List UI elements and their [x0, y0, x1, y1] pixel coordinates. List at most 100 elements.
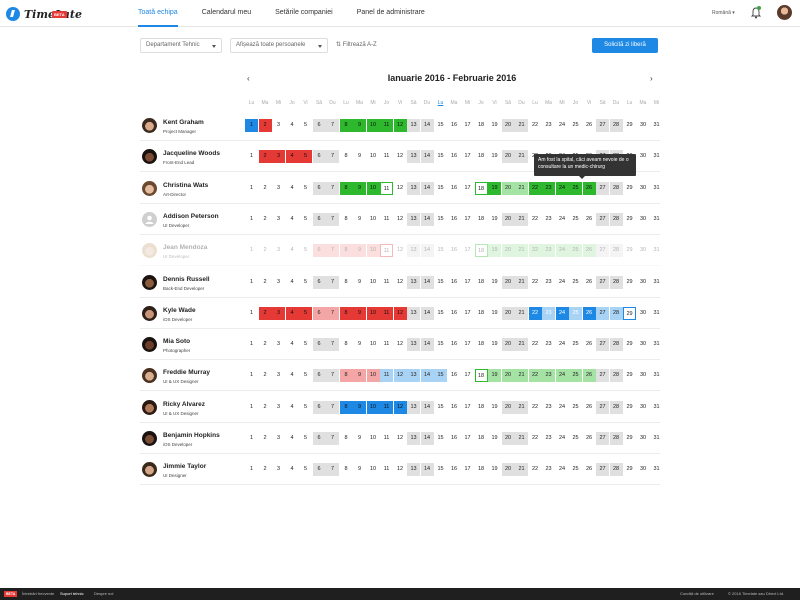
- day-cell[interactable]: 3: [272, 244, 285, 257]
- day-cell[interactable]: 7: [326, 275, 339, 289]
- day-cell[interactable]: 26: [583, 401, 596, 414]
- day-cell[interactable]: 13: [407, 463, 420, 477]
- about-link[interactable]: Despre noi: [94, 588, 113, 600]
- day-cell[interactable]: 5: [299, 463, 312, 476]
- day-cell[interactable]: 30: [637, 244, 650, 257]
- day-cell[interactable]: 25: [569, 463, 582, 476]
- day-cell[interactable]: 20: [501, 338, 515, 352]
- day-cell[interactable]: 19: [488, 463, 501, 476]
- employee-info[interactable]: Freddie Murray UI & UX Designer: [140, 360, 245, 391]
- employee-info[interactable]: Kent Graham Project Manager: [140, 110, 245, 141]
- day-cell[interactable]: 6: [312, 150, 326, 164]
- day-cell[interactable]: 22: [529, 338, 542, 351]
- day-cell[interactable]: 13: [407, 212, 420, 226]
- day-cell[interactable]: 10: [367, 463, 380, 476]
- day-cell[interactable]: 17: [461, 182, 474, 195]
- day-cell[interactable]: 13: [407, 306, 420, 320]
- day-cell[interactable]: 14: [420, 212, 434, 226]
- day-cell[interactable]: 9: [353, 181, 366, 195]
- day-cell[interactable]: 27: [596, 338, 609, 352]
- day-cell[interactable]: 1: [245, 307, 258, 320]
- day-cell[interactable]: 9: [353, 213, 366, 226]
- day-cell[interactable]: 24: [556, 338, 569, 351]
- day-cell[interactable]: 16: [448, 369, 461, 382]
- day-cell[interactable]: 6: [312, 463, 326, 477]
- day-cell[interactable]: 11: [380, 181, 393, 195]
- day-cell[interactable]: 1: [245, 432, 258, 445]
- day-cell[interactable]: 28: [609, 275, 623, 289]
- day-cell[interactable]: 11: [380, 213, 393, 226]
- day-cell[interactable]: 30: [637, 213, 650, 226]
- day-cell[interactable]: 8: [340, 338, 353, 351]
- day-cell[interactable]: 16: [448, 401, 461, 414]
- day-cell[interactable]: 21: [515, 338, 528, 352]
- day-cell[interactable]: 14: [420, 244, 434, 258]
- day-cell[interactable]: 7: [326, 432, 339, 445]
- day-cell[interactable]: 26: [583, 463, 596, 476]
- day-cell[interactable]: 5: [299, 182, 312, 195]
- tab-1[interactable]: Toată echipa: [138, 0, 178, 27]
- day-cell[interactable]: 17: [461, 463, 474, 476]
- request-day-off-button[interactable]: Solicită zi liberă: [592, 38, 658, 53]
- day-cell[interactable]: 18: [475, 432, 488, 445]
- day-cell[interactable]: 27: [596, 244, 609, 258]
- day-cell[interactable]: 2: [259, 338, 272, 351]
- day-cell[interactable]: 21: [515, 275, 528, 289]
- day-cell[interactable]: 7: [326, 369, 339, 383]
- day-cell[interactable]: 29: [623, 119, 636, 132]
- day-cell[interactable]: 24: [556, 276, 569, 289]
- day-cell[interactable]: 23: [542, 213, 555, 226]
- day-cell[interactable]: 23: [542, 369, 555, 383]
- day-cell[interactable]: 5: [299, 244, 312, 257]
- day-cell[interactable]: 8: [340, 213, 353, 226]
- day-cell[interactable]: 31: [650, 213, 663, 226]
- day-cell[interactable]: 25: [569, 276, 582, 289]
- day-cell[interactable]: 28: [609, 463, 623, 477]
- day-cell[interactable]: 22: [528, 181, 542, 195]
- day-cell[interactable]: 11: [380, 400, 393, 414]
- department-filter[interactable]: Departament Tehnic: [140, 38, 222, 53]
- language-select[interactable]: Română ▾: [712, 10, 735, 16]
- day-cell[interactable]: 20: [501, 369, 515, 383]
- day-cell[interactable]: 10: [366, 369, 380, 383]
- day-cell[interactable]: 18: [475, 307, 488, 320]
- day-cell[interactable]: 14: [420, 369, 434, 383]
- day-cell[interactable]: 24: [555, 181, 569, 195]
- day-cell[interactable]: 5: [299, 369, 312, 382]
- day-cell[interactable]: 15: [434, 369, 447, 383]
- day-cell[interactable]: 7: [326, 400, 339, 414]
- day-cell[interactable]: 5: [299, 338, 312, 351]
- day-cell[interactable]: 30: [637, 338, 650, 351]
- day-cell[interactable]: 20: [501, 400, 515, 414]
- day-cell[interactable]: 2: [259, 369, 272, 382]
- day-cell[interactable]: 5: [299, 432, 312, 445]
- day-cell[interactable]: 30: [637, 432, 650, 445]
- day-cell[interactable]: 17: [461, 338, 474, 351]
- day-cell[interactable]: 9: [353, 400, 366, 414]
- day-cell[interactable]: 30: [637, 401, 650, 414]
- day-cell[interactable]: 11: [380, 432, 393, 445]
- day-cell[interactable]: 19: [488, 119, 501, 132]
- day-cell[interactable]: 13: [407, 369, 420, 383]
- day-cell[interactable]: 27: [596, 369, 609, 383]
- employee-info[interactable]: Jacqueline Woods Front-End Lead: [140, 141, 245, 172]
- day-cell[interactable]: 23: [542, 463, 555, 476]
- day-cell[interactable]: 31: [650, 119, 663, 132]
- day-cell[interactable]: 28: [609, 432, 623, 445]
- day-cell[interactable]: 1: [245, 119, 258, 132]
- day-cell[interactable]: 18: [475, 150, 488, 163]
- day-cell[interactable]: 19: [488, 213, 501, 226]
- day-cell[interactable]: 8: [340, 276, 353, 289]
- app-logo[interactable]: TimeLate: [6, 5, 82, 23]
- day-cell[interactable]: 4: [286, 276, 299, 289]
- day-cell[interactable]: 6: [312, 306, 326, 320]
- day-cell[interactable]: 14: [420, 463, 434, 477]
- day-cell[interactable]: 22: [529, 401, 542, 414]
- day-cell[interactable]: 21: [515, 369, 528, 383]
- day-cell[interactable]: 22: [529, 213, 542, 226]
- day-cell[interactable]: 27: [596, 400, 609, 414]
- day-cell[interactable]: 16: [448, 119, 461, 132]
- day-cell[interactable]: 16: [448, 150, 461, 163]
- day-cell[interactable]: 21: [515, 306, 528, 320]
- day-cell[interactable]: 26: [582, 181, 596, 195]
